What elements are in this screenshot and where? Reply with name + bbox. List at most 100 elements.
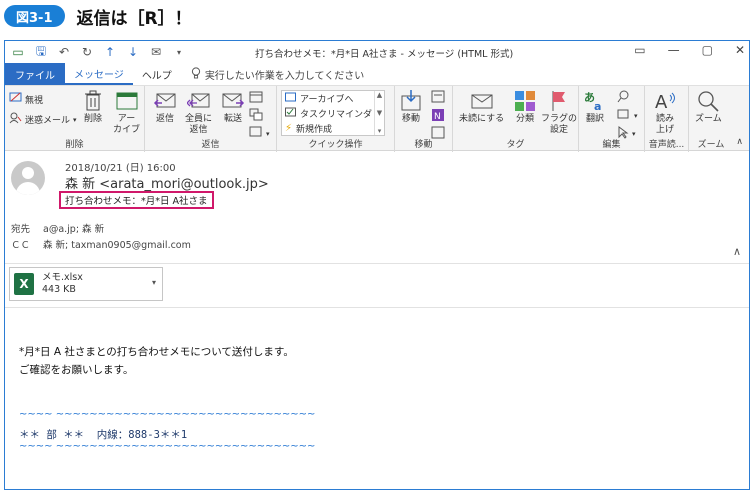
reply-all-button[interactable]: 全員に 返信 xyxy=(185,90,212,136)
move-button[interactable]: 移動 xyxy=(399,90,423,125)
ribbon-group-speech: A 読み 上げ 音声読... xyxy=(645,86,689,152)
quick-step-task[interactable]: タスクリマインダ xyxy=(282,106,384,121)
title-bar: ▭ 🖫 ↶ ↻ ↑ ↓ ✉ ▾ 打ち合わせメモ：*月*日 A社さま - メッセー… xyxy=(5,41,749,63)
related-icon xyxy=(617,108,631,123)
ignore-button[interactable]: 無視 xyxy=(9,92,43,106)
reply-button[interactable]: 返信 xyxy=(153,90,177,125)
to-recipients[interactable]: a@a.jp; 森 新 xyxy=(43,221,104,235)
zoom-label: ズーム xyxy=(695,114,722,124)
unread-button[interactable]: 未読にする xyxy=(459,90,504,125)
trash-icon xyxy=(81,90,105,112)
attachment-info: メモ.xlsx 443 KB xyxy=(42,272,83,296)
zoom-button[interactable]: ズーム xyxy=(695,90,722,125)
categorize-button[interactable]: 分類 xyxy=(513,90,537,125)
sent-date: 2018/10/21 (日) 16:00 xyxy=(65,163,176,174)
avatar xyxy=(11,161,45,195)
figure-badge: 図3-1 xyxy=(4,5,65,27)
ribbon-tabs: ファイル メッセージ ヘルプ 実行したい作業を入力してください xyxy=(5,63,749,85)
read-aloud-label: 読み 上げ xyxy=(655,114,674,135)
signature: ＊＊ 部 ＊＊ 内線：888-3＊＊1 xyxy=(19,429,188,441)
save-icon[interactable]: 🖫 xyxy=(34,42,48,63)
flag-label: フラグの 設定 xyxy=(541,114,578,135)
tab-file[interactable]: ファイル xyxy=(5,63,65,85)
search-icon xyxy=(617,90,630,106)
svg-text:N: N xyxy=(434,112,441,122)
header-divider xyxy=(5,263,749,264)
group-label-quick-steps: クイック操作 xyxy=(308,140,363,150)
header-collapse-icon[interactable]: ∧ xyxy=(733,245,741,258)
tell-me-box[interactable]: 実行したい作業を入力してください xyxy=(181,63,364,85)
onenote-button[interactable]: N xyxy=(431,108,445,125)
undo-icon[interactable]: ↶ xyxy=(57,45,71,59)
ribbon-group-move: 移動 N 移動 xyxy=(395,86,453,152)
signature-separator: ~~~~ ~~~~~~~~~~~~~~~~~~~~~~~~~~~~~~~ xyxy=(19,441,316,452)
tab-help[interactable]: ヘルプ xyxy=(133,63,181,85)
ribbon-display-icon[interactable]: ▭ xyxy=(634,43,645,57)
junk-icon xyxy=(9,112,22,127)
quick-step-archive[interactable]: アーカイブへ xyxy=(282,91,384,106)
quick-steps-scroll[interactable]: ▲ ▼ ▾ xyxy=(374,91,384,135)
minimize-icon[interactable]: — xyxy=(668,43,680,57)
delete-button[interactable]: 削除 xyxy=(81,90,105,125)
archive-button[interactable]: アー カイブ xyxy=(113,90,140,136)
next-item-icon[interactable]: ↓ xyxy=(126,45,140,59)
tell-me-text: 実行したい作業を入力してください xyxy=(204,70,365,82)
subject-highlight: 打ち合わせメモ：*月*日 A社さま xyxy=(59,191,214,209)
svg-text:a: a xyxy=(594,100,601,112)
collapse-ribbon-icon[interactable]: ∧ xyxy=(736,137,743,147)
translate-icon: あa xyxy=(583,90,607,112)
ribbon-group-respond: 返信 全員に 返信 転送 ▾ 返信 xyxy=(145,86,277,152)
translate-button[interactable]: あa 翻訳 xyxy=(583,90,607,125)
calendar-icon xyxy=(249,90,263,106)
chevron-down-icon[interactable]: ▾ xyxy=(152,278,156,287)
customize-qat-icon[interactable]: ▾ xyxy=(172,48,186,57)
attachment[interactable]: X メモ.xlsx 443 KB ▾ xyxy=(9,267,163,301)
window-title: 打ち合わせメモ：*月*日 A社さま - メッセージ (HTML 形式) xyxy=(255,49,514,60)
flag-button[interactable]: フラグの 設定 xyxy=(541,90,577,136)
flag-icon xyxy=(547,90,571,112)
sender[interactable]: 森 新 <arata_mori@outlook.jp> xyxy=(65,173,269,192)
reply-all-label: 全員に 返信 xyxy=(185,114,213,135)
find-button[interactable] xyxy=(617,90,630,106)
chevron-down-icon: ▾ xyxy=(634,111,638,120)
related-button[interactable]: ▾ xyxy=(617,108,638,123)
previous-item-icon[interactable]: ↑ xyxy=(103,45,117,59)
body-line: ご確認をお願いします。 xyxy=(19,364,134,376)
ribbon-group-quick-steps: アーカイブへ タスクリマインダ ⚡ 新規作成 ▲ ▼ ▾ クイック操作 xyxy=(277,86,395,152)
body-line: *月*日 A 社さまとの打ち合わせメモについて送付します。 xyxy=(19,346,294,358)
close-icon[interactable]: ✕ xyxy=(735,43,745,57)
mail-icon[interactable]: ✉ xyxy=(149,45,163,59)
group-label-zoom: ズーム xyxy=(697,140,725,150)
quick-steps-gallery: アーカイブへ タスクリマインダ ⚡ 新規作成 ▲ ▼ ▾ xyxy=(281,90,385,136)
subject: 打ち合わせメモ：*月*日 A社さま xyxy=(65,196,208,207)
reply-label: 返信 xyxy=(155,114,174,124)
rules-icon xyxy=(431,90,445,106)
im-button[interactable] xyxy=(249,108,263,124)
ribbon-group-tags: 未読にする 分類 フラグの 設定 タグ xyxy=(453,86,579,152)
signature-separator: ~~~~ ~~~~~~~~~~~~~~~~~~~~~~~~~~~~~~~ xyxy=(19,409,316,420)
cc-recipients[interactable]: 森 新; taxman0905@gmail.com xyxy=(43,237,191,251)
tab-message[interactable]: メッセージ xyxy=(65,63,133,85)
group-label-respond: 返信 xyxy=(201,140,220,150)
move-icon xyxy=(399,90,423,112)
unread-label: 未読にする xyxy=(459,114,505,124)
rules-button[interactable] xyxy=(431,90,445,106)
translate-label: 翻訳 xyxy=(585,114,604,124)
ignore-icon xyxy=(9,92,22,106)
redo-icon[interactable]: ↻ xyxy=(80,45,94,59)
categorize-icon xyxy=(513,90,537,112)
window-controls: ▭ — ▢ ✕ xyxy=(634,43,745,57)
forward-button[interactable]: 転送 xyxy=(221,90,245,125)
window-menu-icon[interactable]: ▭ xyxy=(11,45,25,59)
attachment-divider xyxy=(5,307,749,308)
ignore-label: 無視 xyxy=(25,95,44,106)
attachment-size: 443 KB xyxy=(42,284,76,295)
svg-text:A: A xyxy=(655,92,668,112)
maximize-icon[interactable]: ▢ xyxy=(702,43,713,57)
junk-button[interactable]: 迷惑メール ▾ xyxy=(9,112,77,127)
meeting-button[interactable] xyxy=(249,90,263,106)
message-body: *月*日 A 社さまとの打ち合わせメモについて送付します。 ご確認をお願いします… xyxy=(19,343,294,379)
read-aloud-button[interactable]: A 読み 上げ xyxy=(653,90,677,136)
archive-label: アー カイブ xyxy=(113,114,141,135)
quick-step-new[interactable]: ⚡ 新規作成 xyxy=(282,121,384,136)
